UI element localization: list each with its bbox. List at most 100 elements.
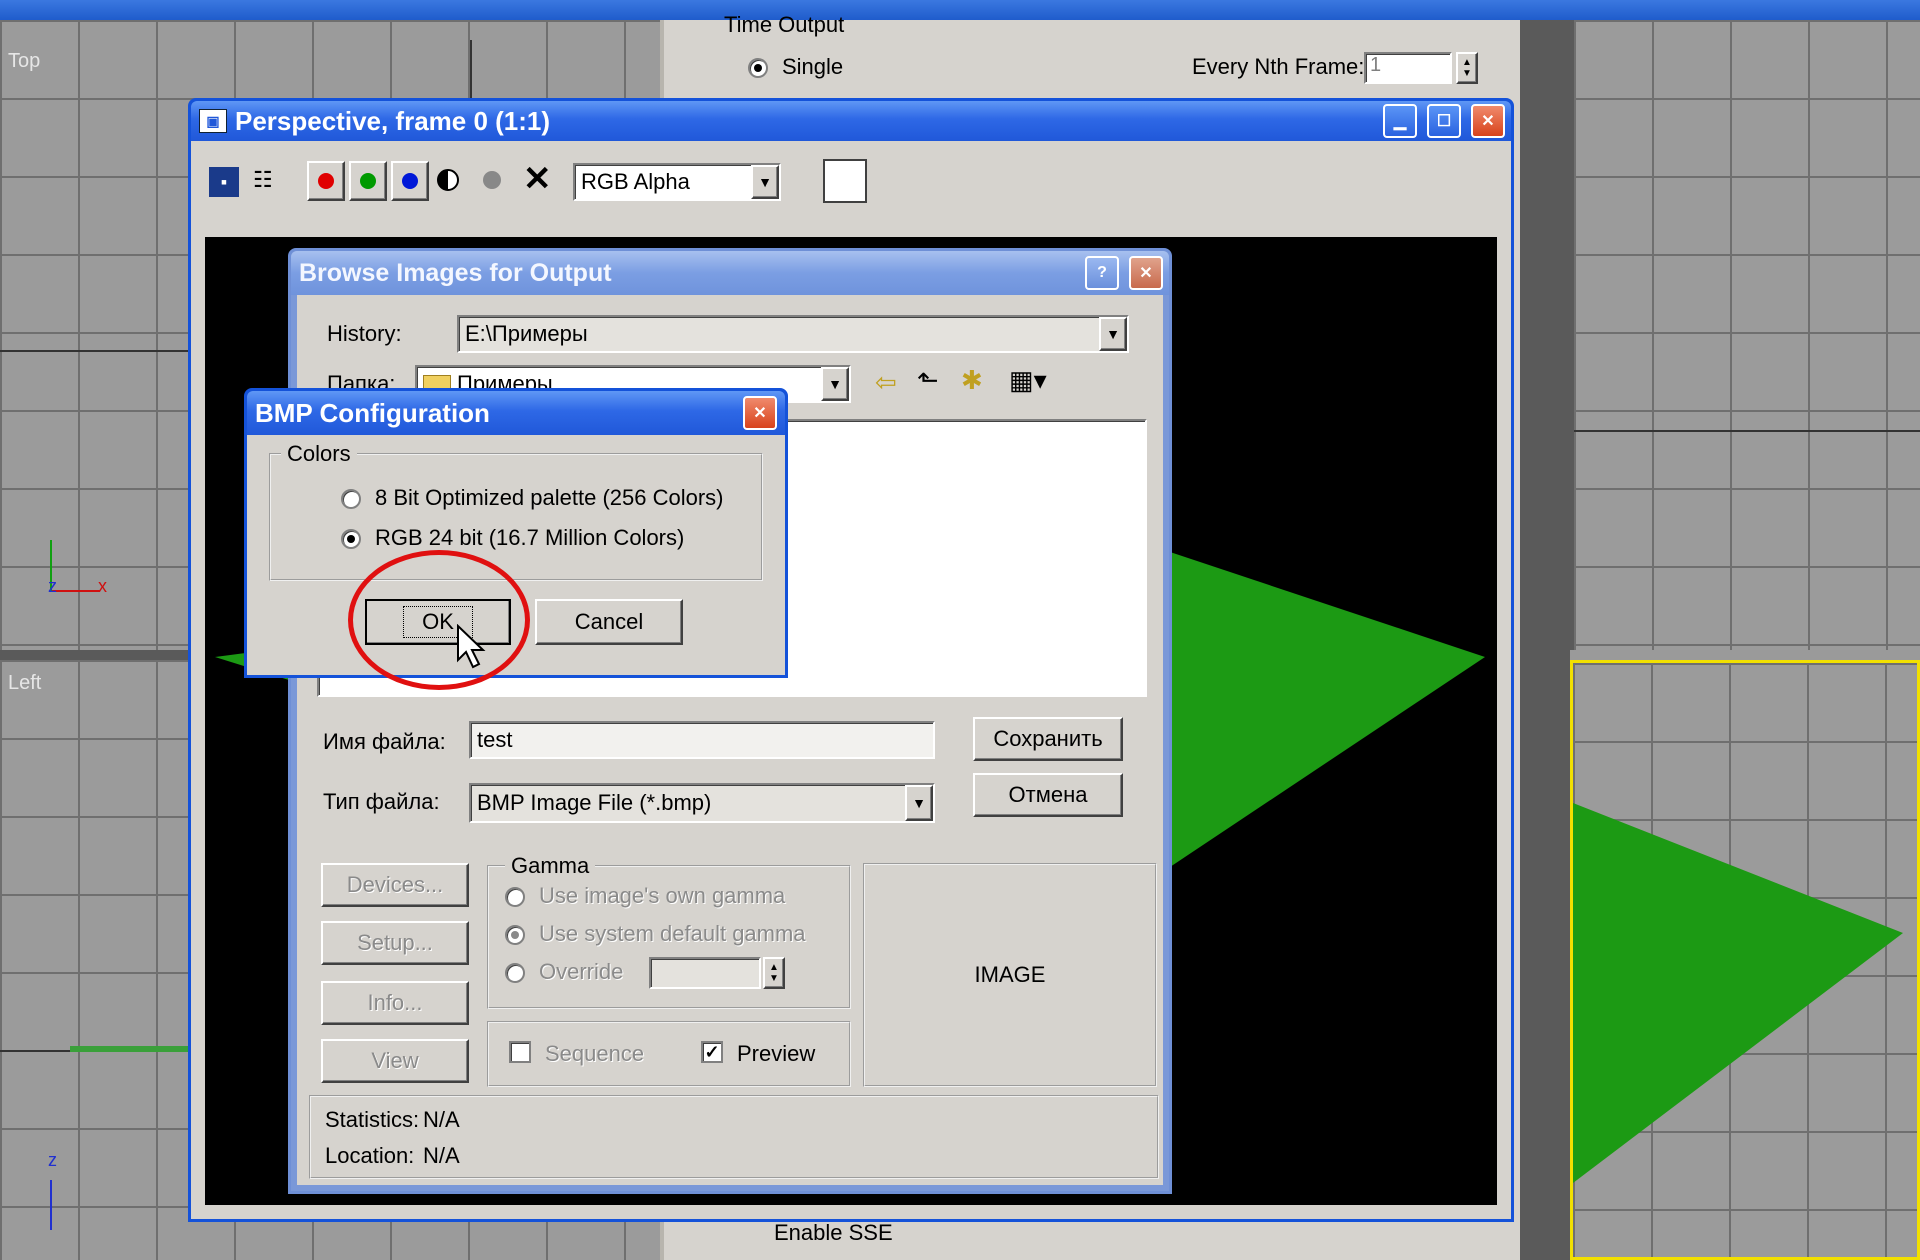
green-channel-icon <box>360 173 376 189</box>
nth-frame-label: Every Nth Frame: <box>1192 54 1365 79</box>
help-button[interactable]: ? <box>1085 256 1119 290</box>
blue-channel-button[interactable] <box>391 161 429 201</box>
filename-label: Имя файла: <box>323 729 446 754</box>
option-8bit-label: 8 Bit Optimized palette (256 Colors) <box>375 485 724 510</box>
colors-group: Colors 8 Bit Optimized palette (256 Colo… <box>269 441 763 581</box>
channel-select[interactable]: RGB Alpha ▼ <box>573 163 781 201</box>
mouse-cursor-icon <box>457 624 486 669</box>
clear-icon[interactable]: ✕ <box>523 159 552 199</box>
perspective-plane <box>1573 803 1903 1183</box>
options-group: Sequence ✓ Preview <box>487 1021 851 1087</box>
option-24bit-label: RGB 24 bit (16.7 Million Colors) <box>375 525 685 550</box>
history-combo[interactable]: E:\Примеры ▼ <box>457 315 1129 353</box>
time-output-title: Time Output <box>724 12 845 37</box>
browse-dialog-title: Browse Images for Output <box>299 258 612 287</box>
gamma-own-label: Use image's own gamma <box>539 883 786 908</box>
frame-window-title: Perspective, frame 0 (1:1) <box>235 105 551 136</box>
frame-window-titlebar[interactable]: ▣ Perspective, frame 0 (1:1) <box>191 101 1511 141</box>
clone-window-icon[interactable]: ☷ <box>253 167 287 197</box>
close-button[interactable]: ✕ <box>1471 104 1505 138</box>
chevron-down-icon[interactable]: ▼ <box>821 367 849 401</box>
stats-panel: Statistics: N/A Location: N/A <box>309 1095 1159 1179</box>
up-folder-icon[interactable]: ⬑ <box>917 365 939 396</box>
location-label: Location: <box>325 1143 415 1168</box>
location-value: N/A <box>423 1143 460 1168</box>
color-swatch[interactable] <box>823 159 867 203</box>
colors-group-title: Colors <box>281 441 357 467</box>
viewport-front[interactable] <box>1570 20 1920 650</box>
viewport-divider-v <box>1520 20 1570 1260</box>
image-preview-label: IMAGE <box>974 962 1046 987</box>
save-button[interactable]: Сохранить <box>973 717 1123 761</box>
app-icon: ▣ <box>199 109 227 133</box>
bmp-dialog-title: BMP Configuration <box>255 397 490 428</box>
enable-sse-label: Enable SSE <box>774 1220 893 1245</box>
red-channel-icon <box>318 173 334 189</box>
gamma-system-label: Use system default gamma <box>539 921 806 946</box>
view-menu-icon[interactable]: ▦▾ <box>1009 365 1047 396</box>
new-folder-icon[interactable]: ✱ <box>961 365 983 396</box>
viewport-top-label: Top <box>8 50 41 72</box>
filename-value: test <box>477 727 513 752</box>
devices-button[interactable]: Devices... <box>321 863 469 907</box>
bmp-dialog-titlebar[interactable]: BMP Configuration <box>247 391 785 435</box>
viewport-left-label: Left <box>8 672 42 694</box>
back-icon[interactable]: ⇦ <box>875 367 897 398</box>
sequence-checkbox[interactable] <box>509 1041 531 1063</box>
preview-label: Preview <box>737 1041 816 1066</box>
blue-channel-icon <box>402 173 418 189</box>
save-image-icon[interactable]: ▪ <box>209 167 239 197</box>
maximize-icon: ☐ <box>1436 113 1452 130</box>
viewport-perspective[interactable] <box>1570 660 1920 1260</box>
info-button[interactable]: Info... <box>321 981 469 1025</box>
chevron-down-icon[interactable]: ▼ <box>1099 317 1127 351</box>
filetype-combo[interactable]: BMP Image File (*.bmp) ▼ <box>469 783 935 823</box>
option-24bit-radio[interactable] <box>341 529 361 549</box>
minimize-icon: ▁ <box>1393 113 1407 130</box>
nth-frame-input[interactable]: 1 <box>1364 52 1452 84</box>
filetype-label: Тип файла: <box>323 789 440 814</box>
channel-select-value: RGB Alpha <box>581 169 690 194</box>
chevron-down-icon[interactable]: ▼ <box>905 785 933 821</box>
close-icon: ✕ <box>753 405 767 422</box>
bmp-close-button[interactable]: ✕ <box>743 396 777 430</box>
single-label: Single <box>782 54 844 79</box>
gamma-own-radio[interactable] <box>505 887 525 907</box>
minimize-button[interactable]: ▁ <box>1383 104 1417 138</box>
alpha-channel-icon[interactable] <box>437 169 459 191</box>
browse-dialog-titlebar[interactable]: Browse Images for Output <box>291 251 1169 295</box>
axis-x-line <box>50 590 100 592</box>
statistics-label: Statistics: <box>325 1107 420 1132</box>
maximize-button[interactable]: ☐ <box>1427 104 1461 138</box>
gamma-system-radio[interactable] <box>505 925 525 945</box>
red-channel-button[interactable] <box>307 161 345 201</box>
view-button[interactable]: View <box>321 1039 469 1083</box>
green-channel-button[interactable] <box>349 161 387 201</box>
setup-button[interactable]: Setup... <box>321 921 469 965</box>
option-8bit-radio[interactable] <box>341 489 361 509</box>
app-title-bar <box>0 0 1920 20</box>
grid-axis-line <box>1574 430 1920 432</box>
bmp-cancel-button[interactable]: Cancel <box>535 599 683 645</box>
monochrome-icon[interactable] <box>483 171 501 189</box>
chevron-down-icon[interactable]: ▼ <box>751 165 779 199</box>
gamma-group: Gamma Use image's own gamma Use system d… <box>487 853 851 1009</box>
gamma-override-input[interactable] <box>649 957 761 989</box>
gamma-override-label: Override <box>539 959 624 984</box>
filetype-value: BMP Image File (*.bmp) <box>477 790 712 815</box>
browse-close-button[interactable]: ✕ <box>1129 256 1163 290</box>
axis-x-label: x <box>98 576 107 596</box>
image-preview: IMAGE <box>863 863 1157 1087</box>
gamma-override-radio[interactable] <box>505 963 525 983</box>
close-icon: ✕ <box>1481 113 1495 130</box>
single-radio[interactable] <box>748 58 768 78</box>
axis-z-line <box>50 1180 52 1230</box>
sequence-label: Sequence <box>545 1041 645 1066</box>
preview-checkbox[interactable]: ✓ <box>701 1041 723 1063</box>
nth-frame-spinner[interactable]: ▲ ▼ <box>1456 52 1478 84</box>
cancel-save-button[interactable]: Отмена <box>973 773 1123 817</box>
gamma-spinner[interactable]: ▲ ▼ <box>763 957 785 989</box>
ok-highlight-circle <box>348 550 530 690</box>
filename-input[interactable]: test <box>469 721 935 759</box>
close-icon: ✕ <box>1139 265 1153 282</box>
